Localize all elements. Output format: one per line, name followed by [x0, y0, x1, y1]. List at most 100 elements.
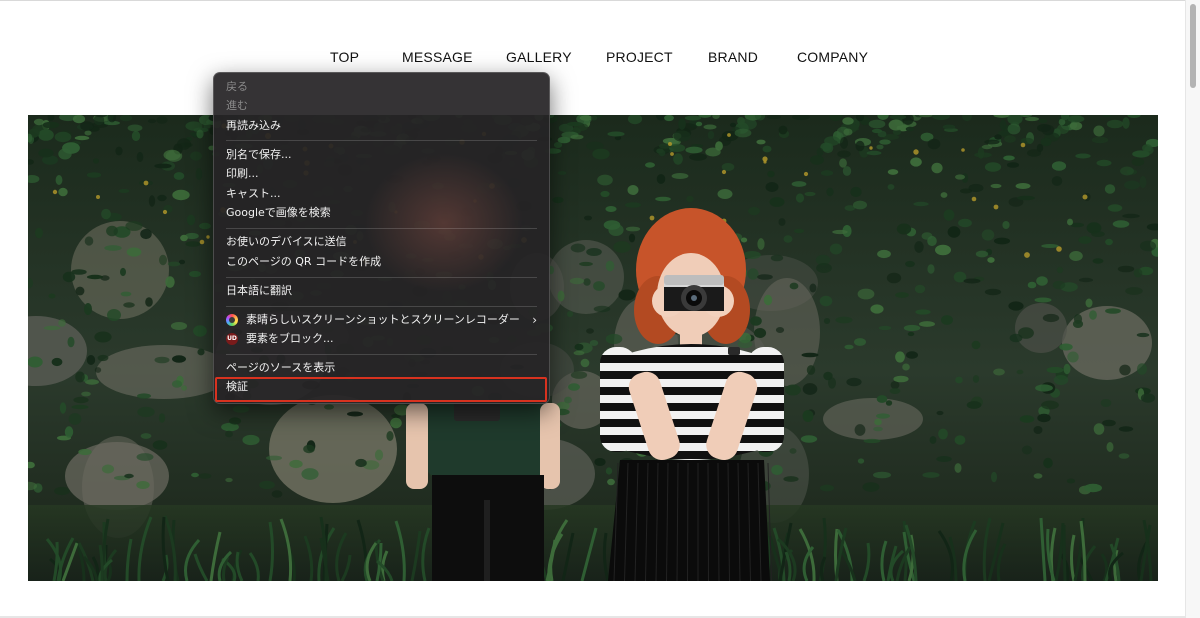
menu-item-view-source[interactable]: ページのソースを表示	[226, 359, 537, 377]
ivy-leaf	[136, 453, 154, 461]
yellow-leaf	[803, 171, 809, 177]
ivy-leaf	[1132, 150, 1150, 158]
ivy-leaf	[75, 371, 85, 383]
ivy-leaf	[1051, 161, 1067, 171]
ivy-leaf	[185, 121, 203, 131]
ivy-leaf	[839, 158, 847, 168]
ivy-leaf	[347, 411, 363, 417]
yellow-leaf	[668, 142, 672, 146]
yellow-leaf	[869, 146, 873, 150]
ivy-leaf	[984, 288, 1002, 296]
ivy-leaf	[171, 380, 183, 388]
ivy-leaf	[1089, 310, 1097, 320]
hero-image[interactable]	[28, 115, 1158, 581]
ivy-leaf	[767, 170, 775, 178]
ivy-leaf	[721, 163, 735, 171]
ivy-leaf	[303, 444, 315, 454]
ivy-leaf	[172, 189, 190, 201]
ivy-leaf	[1140, 393, 1156, 403]
menu-item-block-element[interactable]: UD 要素をブロック...	[226, 330, 537, 348]
ivy-leaf	[597, 174, 613, 186]
menu-item-reload[interactable]: 再読み込み	[226, 117, 537, 135]
ivy-leaf	[678, 118, 686, 130]
nav-item-top[interactable]: TOP	[330, 49, 359, 65]
menu-item-save-as[interactable]: 別名で保存...	[226, 146, 537, 164]
ivy-leaf	[569, 277, 585, 285]
ublock-icon: UD	[226, 333, 238, 345]
menu-item-inspect[interactable]: 検証	[226, 378, 537, 396]
ivy-leaf	[804, 191, 816, 197]
ivy-leaf	[1096, 159, 1112, 167]
ivy-leaf	[118, 189, 130, 193]
nav-item-project[interactable]: PROJECT	[606, 49, 673, 65]
ivy-leaf	[593, 305, 611, 313]
menu-item-screenshot-extension[interactable]: 素晴らしいスクリーンショットとスクリーンレコーダー ›	[226, 311, 537, 329]
ivy-leaf	[104, 245, 122, 251]
menu-item-search-image[interactable]: Googleで画像を検索	[226, 204, 537, 222]
ivy-leaf	[927, 235, 937, 247]
ivy-leaf	[185, 241, 201, 247]
ivy-leaf	[734, 128, 752, 138]
ivy-leaf	[594, 458, 606, 466]
ivy-leaf	[686, 195, 694, 203]
ivy-leaf	[783, 235, 793, 243]
ivy-leaf	[737, 117, 745, 125]
ivy-leaf	[86, 172, 102, 178]
ivy-leaf	[816, 263, 832, 273]
ivy-leaf	[887, 184, 895, 190]
ivy-leaf	[868, 119, 886, 129]
menu-item-back[interactable]: 戻る	[226, 78, 537, 96]
ivy-leaf	[936, 410, 944, 416]
ivy-leaf	[628, 233, 636, 243]
ivy-leaf	[259, 480, 275, 490]
ivy-leaf	[1042, 313, 1060, 323]
ivy-leaf	[886, 272, 902, 284]
nav-item-gallery[interactable]: GALLERY	[506, 49, 572, 65]
ivy-leaf	[1038, 118, 1048, 124]
menu-item-send-to-devices[interactable]: お使いのデバイスに送信	[226, 233, 537, 251]
menu-item-cast[interactable]: キャスト...	[226, 185, 537, 203]
ivy-leaf	[819, 484, 835, 492]
ivy-leaf	[717, 189, 733, 199]
menu-item-qr-code[interactable]: このページの QR コードを作成	[226, 253, 537, 271]
ivy-leaf	[579, 115, 593, 121]
ivy-leaf	[567, 121, 583, 127]
ivy-leaf	[1008, 301, 1024, 311]
ivy-leaf	[878, 325, 892, 331]
ivy-leaf	[747, 268, 759, 280]
ivy-leaf	[873, 471, 891, 479]
ivy-leaf	[977, 147, 985, 159]
ivy-leaf	[765, 182, 779, 192]
ivy-leaf	[645, 162, 655, 168]
context-menu: 戻る 進む 再読み込み 別名で保存... 印刷... キャスト... Googl…	[213, 72, 550, 404]
ivy-leaf	[1075, 153, 1091, 159]
page-scrollbar[interactable]	[1185, 0, 1200, 618]
ivy-leaf	[947, 226, 961, 238]
menu-item-print[interactable]: 印刷...	[226, 165, 537, 183]
ivy-leaf	[791, 181, 807, 187]
ivy-leaf	[564, 396, 572, 404]
ivy-leaf	[922, 472, 940, 478]
menu-item-search-image-label: Googleで画像を検索	[226, 206, 331, 219]
ivy-leaf	[703, 124, 717, 130]
ivy-leaf	[140, 433, 152, 439]
ivy-leaf	[729, 122, 737, 128]
nav-item-message[interactable]: MESSAGE	[402, 49, 473, 65]
ivy-leaf	[968, 183, 984, 193]
ivy-leaf	[190, 151, 202, 161]
ivy-leaf	[81, 391, 91, 397]
menu-item-forward[interactable]: 進む	[226, 97, 537, 115]
nav-item-brand[interactable]: BRAND	[708, 49, 758, 65]
ivy-leaf	[1041, 244, 1059, 248]
stone	[548, 240, 624, 314]
ivy-leaf	[1093, 125, 1105, 137]
ivy-leaf	[854, 424, 866, 436]
menu-item-translate[interactable]: 日本語に翻訳	[226, 282, 537, 300]
ivy-leaf	[829, 243, 843, 255]
menu-item-save-as-label: 別名で保存...	[226, 148, 292, 161]
scrollbar-thumb[interactable]	[1190, 4, 1196, 88]
ivy-leaf	[1017, 195, 1035, 201]
ivy-leaf	[795, 193, 805, 203]
nav-item-company[interactable]: COMPANY	[797, 49, 868, 65]
ivy-leaf	[58, 148, 72, 160]
